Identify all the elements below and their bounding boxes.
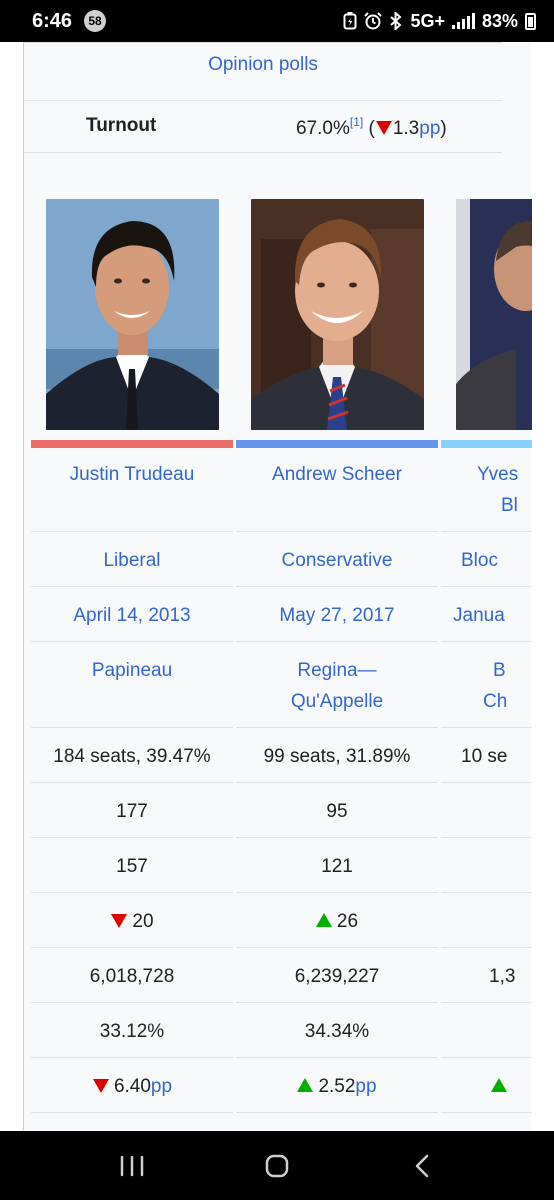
swing-pp-link[interactable]: pp xyxy=(151,1076,172,1097)
turnout-change-close: ) xyxy=(440,118,447,139)
swing-value: 6.40 xyxy=(113,1076,151,1097)
recents-icon[interactable] xyxy=(112,1146,152,1186)
party-color-bar xyxy=(441,440,532,448)
battery-icon xyxy=(525,12,536,30)
party-link[interactable]: Conservative xyxy=(236,545,438,576)
popular-vote: 6,239,227 xyxy=(294,966,380,987)
leaders-seat-link[interactable]: Regina— xyxy=(236,655,438,686)
last-election: 10 se xyxy=(461,746,508,767)
candidate-column-bloc: Yves Bl Bloc Janua B Ch 10 se 1,3 xyxy=(441,197,532,1131)
seats-won: 157 xyxy=(116,856,148,877)
leader-name-link-line2[interactable]: Bl xyxy=(441,490,532,521)
leaders-seat-link-line2[interactable]: Qu'Appelle xyxy=(236,686,438,717)
turnout-change-value: 1.3 xyxy=(392,118,420,139)
leader-name-link[interactable]: Justin Trudeau xyxy=(31,459,233,490)
seat-change-value: 26 xyxy=(336,911,359,932)
turnout-ref-link[interactable]: [1] xyxy=(350,115,363,129)
increase-arrow-icon xyxy=(315,913,332,927)
status-icons: 5G+ 83% xyxy=(343,11,536,32)
candidate-column-liberal: Justin Trudeau Liberal April 14, 2013 Pa… xyxy=(31,197,233,1131)
andrew-scheer-photo[interactable] xyxy=(251,199,424,430)
bluetooth-icon xyxy=(389,12,403,30)
candidate-column-conservative: Andrew Scheer Conservative May 27, 2017 … xyxy=(236,197,438,1131)
leader-name-link[interactable]: Andrew Scheer xyxy=(236,459,438,490)
party-color-bar xyxy=(31,440,233,448)
seat-change: 26 xyxy=(236,906,438,937)
network-type: 5G+ xyxy=(410,10,445,31)
candidates-grid: Justin Trudeau Liberal April 14, 2013 Pa… xyxy=(31,197,532,1131)
vote-percentage: 34.34% xyxy=(304,1021,370,1042)
election-infobox: Opinion polls Turnout 67.0%[1] (1.3pp) J… xyxy=(23,42,532,1131)
battery-percent: 83% xyxy=(481,10,518,31)
turnout-percent: 67.0% xyxy=(296,118,350,139)
swing: 6.40pp xyxy=(31,1071,233,1102)
turnout-label: Turnout xyxy=(86,115,157,136)
increase-arrow-icon xyxy=(297,1078,314,1092)
swing xyxy=(441,1071,532,1102)
last-election: 99 seats, 31.89% xyxy=(263,746,411,767)
decrease-arrow-icon xyxy=(111,914,128,928)
seat-change-value: 20 xyxy=(132,911,154,932)
leader-since-link[interactable]: May 27, 2017 xyxy=(236,600,438,631)
leader-since-link[interactable]: Janua xyxy=(441,600,532,631)
android-navigation-bar xyxy=(0,1131,554,1200)
popular-vote: 1,3 xyxy=(489,966,516,987)
popular-vote: 6,018,728 xyxy=(89,966,175,987)
seats-won: 121 xyxy=(321,856,353,877)
status-time: 6:46 xyxy=(32,9,73,32)
turnout-pp-link[interactable]: pp xyxy=(419,118,440,139)
party-link[interactable]: Bloc xyxy=(441,545,532,576)
increase-arrow-icon xyxy=(491,1078,507,1092)
seats-before: 177 xyxy=(116,801,148,822)
party-color-bar xyxy=(236,440,438,448)
signal-icon xyxy=(451,13,475,29)
turnout-change-open: ( xyxy=(368,118,375,139)
swing: 2.52pp xyxy=(236,1071,438,1102)
notification-count-badge: 58 xyxy=(84,10,107,32)
yves-francois-blanchet-photo[interactable] xyxy=(456,199,532,430)
party-link[interactable]: Liberal xyxy=(31,545,233,576)
decrease-arrow-icon xyxy=(375,121,392,135)
home-icon[interactable] xyxy=(257,1146,297,1186)
leaders-seat-link-line2[interactable]: Ch xyxy=(441,686,532,717)
back-icon[interactable] xyxy=(402,1146,442,1186)
justin-trudeau-photo[interactable] xyxy=(46,199,219,430)
status-bar: 6:46 58 5G+ 83% xyxy=(0,0,554,42)
battery-saver-icon xyxy=(343,12,357,30)
last-election: 184 seats, 39.47% xyxy=(53,746,211,767)
leaders-seat-link[interactable]: Papineau xyxy=(31,655,233,686)
turnout-value: 67.0%[1] (1.3pp) xyxy=(296,115,447,140)
decrease-arrow-icon xyxy=(92,1079,109,1093)
leaders-seat-link[interactable]: B xyxy=(441,655,532,686)
opinion-polls-link[interactable]: Opinion polls xyxy=(24,54,502,76)
alarm-icon xyxy=(364,12,383,30)
leader-name-link[interactable]: Yves xyxy=(441,459,532,490)
seats-before: 95 xyxy=(326,801,348,822)
vote-percentage: 33.12% xyxy=(99,1021,165,1042)
swing-pp-link[interactable]: pp xyxy=(355,1076,376,1097)
webpage-viewport[interactable]: Opinion polls Turnout 67.0%[1] (1.3pp) J… xyxy=(0,42,554,1131)
seat-change: 20 xyxy=(31,906,233,937)
swing-value: 2.52 xyxy=(318,1076,356,1097)
leader-since-link[interactable]: April 14, 2013 xyxy=(31,600,233,631)
